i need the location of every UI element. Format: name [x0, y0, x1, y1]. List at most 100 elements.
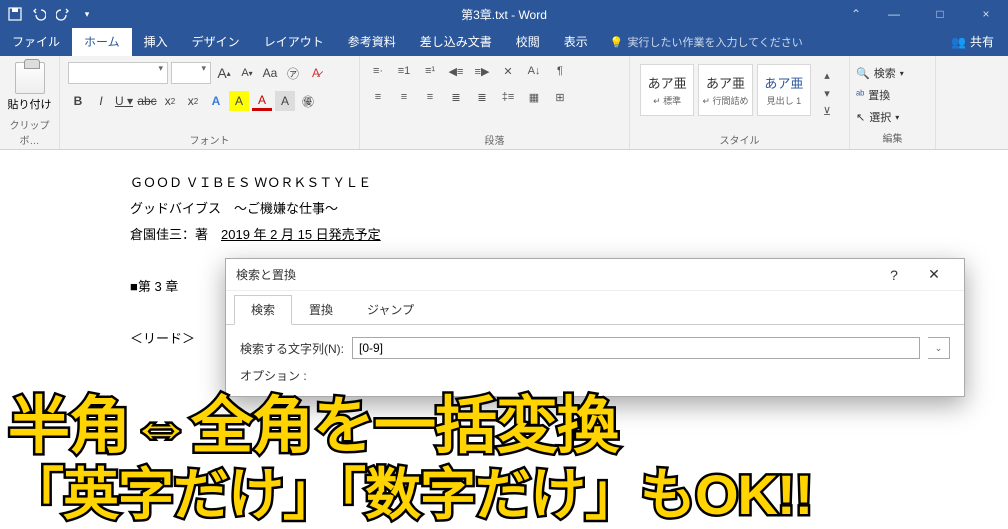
italic-button[interactable]: I: [91, 91, 111, 111]
tab-file[interactable]: ファイル: [0, 27, 72, 56]
align-right-icon[interactable]: ≡: [420, 88, 440, 106]
group-clipboard: 貼り付け クリップボ…: [0, 56, 60, 149]
qat-dropdown-icon[interactable]: ▾: [80, 7, 94, 21]
font-color-button[interactable]: A: [252, 91, 272, 111]
share-button[interactable]: 👥共有: [937, 27, 1008, 56]
style-heading1[interactable]: あア亜見出し 1: [757, 64, 811, 116]
group-editing-label: 編集: [854, 128, 931, 147]
tab-layout[interactable]: レイアウト: [252, 27, 336, 56]
style-label: ↵ 行間詰め: [702, 94, 748, 107]
subscript-button[interactable]: x2: [160, 91, 180, 111]
style-sample: あア亜: [706, 73, 745, 92]
strikethrough-button[interactable]: abc: [137, 91, 157, 111]
clear-formatting-icon[interactable]: A̷: [306, 63, 326, 83]
find-options-label: オプション :: [240, 367, 950, 384]
find-button[interactable]: 🔍検索 ▾: [854, 62, 931, 84]
align-center-icon[interactable]: ≡: [394, 88, 414, 106]
group-paragraph-label: 段落: [366, 130, 623, 149]
line-spacing-icon[interactable]: ‡≡: [498, 88, 518, 106]
dialog-tab-replace[interactable]: 置換: [292, 295, 350, 324]
text-effects-icon[interactable]: A: [206, 91, 226, 111]
style-sample: あア亜: [648, 73, 687, 92]
tab-insert[interactable]: 挿入: [132, 27, 180, 56]
tab-review[interactable]: 校閲: [504, 27, 552, 56]
undo-icon[interactable]: [32, 7, 46, 21]
close-button[interactable]: ×: [964, 0, 1008, 28]
tell-me[interactable]: 💡実行したい作業を入力してください: [600, 28, 813, 56]
ribbon-options-icon[interactable]: ⌃: [842, 0, 870, 28]
window-title: 第3章.txt - Word: [461, 6, 547, 23]
styles-down-icon[interactable]: ▾: [817, 84, 837, 102]
styles-up-icon[interactable]: ▴: [817, 66, 837, 84]
style-label: 見出し 1: [767, 94, 802, 107]
font-family-select[interactable]: [68, 62, 168, 84]
maximize-button[interactable]: □: [918, 0, 962, 28]
style-nospacing[interactable]: あア亜 ↵ 行間詰め: [698, 64, 752, 116]
style-label: ↵ 標準: [653, 94, 681, 107]
tab-home[interactable]: ホーム: [72, 27, 132, 56]
borders-icon[interactable]: ⊞: [550, 88, 570, 106]
doc-line: グッドバイブス ～ご機嫌な仕事～: [130, 196, 938, 222]
increase-indent-icon[interactable]: ≡▶: [472, 62, 492, 80]
dialog-close-button[interactable]: ✕: [914, 266, 954, 283]
dialog-tab-find[interactable]: 検索: [234, 295, 292, 325]
change-case-icon[interactable]: Aa: [260, 63, 280, 83]
group-styles-label: スタイル: [636, 130, 843, 149]
dialog-title: 検索と置換: [236, 266, 874, 283]
group-font-label: フォント: [66, 130, 353, 149]
share-icon: 👥: [951, 35, 966, 49]
replace-button[interactable]: ᵃᵇ置換: [854, 84, 931, 106]
tab-mailings[interactable]: 差し込み文書: [408, 27, 504, 56]
doc-text: 倉園佳三：著: [130, 227, 221, 242]
dialog-titlebar[interactable]: 検索と置換 ? ✕: [226, 259, 964, 291]
tab-design[interactable]: デザイン: [180, 27, 252, 56]
style-sample: あア亜: [764, 73, 803, 92]
shading-icon[interactable]: ▦: [524, 88, 544, 106]
numbering-icon[interactable]: ≡1: [394, 62, 414, 80]
grow-font-icon[interactable]: A▴: [214, 63, 234, 83]
asian-layout-icon[interactable]: ✕: [498, 62, 518, 80]
font-size-select[interactable]: [171, 62, 211, 84]
justify-icon[interactable]: ≣: [446, 88, 466, 106]
tab-view[interactable]: 表示: [552, 27, 600, 56]
paste-label[interactable]: 貼り付け: [8, 96, 52, 112]
sort-icon[interactable]: A↓: [524, 62, 544, 80]
shrink-font-icon[interactable]: A▾: [237, 63, 257, 83]
titlebar: ▾ 第3章.txt - Word ⌃ — □ ×: [0, 0, 1008, 28]
find-label: 検索: [874, 65, 896, 81]
superscript-button[interactable]: x2: [183, 91, 203, 111]
align-left-icon[interactable]: ≡: [368, 88, 388, 106]
show-marks-icon[interactable]: ¶: [550, 62, 570, 80]
redo-icon[interactable]: [56, 7, 70, 21]
tab-references[interactable]: 参考資料: [336, 27, 408, 56]
select-label: 選択: [869, 109, 891, 125]
replace-icon: ᵃᵇ: [856, 89, 864, 101]
decrease-indent-icon[interactable]: ◀≡: [446, 62, 466, 80]
highlight-button[interactable]: A: [229, 91, 249, 111]
group-clipboard-label: クリップボ…: [6, 115, 53, 149]
find-history-dropdown[interactable]: ⌄: [928, 337, 950, 359]
save-icon[interactable]: [8, 7, 22, 21]
underline-button[interactable]: U ▾: [114, 91, 134, 111]
ribbon: 貼り付け クリップボ… A▴ A▾ Aa ㋐ A̷ B I U ▾ abc x2…: [0, 56, 1008, 150]
find-what-input[interactable]: [352, 337, 920, 359]
select-icon: ↖: [856, 111, 865, 124]
paste-icon[interactable]: [15, 62, 45, 94]
dialog-help-button[interactable]: ?: [874, 267, 914, 283]
styles-more-icon[interactable]: ⊻: [817, 102, 837, 120]
phonetic-guide-icon[interactable]: ㋐: [283, 63, 303, 83]
enclose-character-icon[interactable]: ㊝: [298, 91, 318, 111]
select-button[interactable]: ↖選択 ▾: [854, 106, 931, 128]
minimize-button[interactable]: —: [872, 0, 916, 28]
style-normal[interactable]: あア亜 ↵ 標準: [640, 64, 694, 116]
dialog-tabs: 検索 置換 ジャンプ: [226, 291, 964, 325]
group-styles: あア亜 ↵ 標準 あア亜 ↵ 行間詰め あア亜見出し 1 ▴ ▾ ⊻ スタイル: [630, 56, 850, 149]
dialog-tab-jump[interactable]: ジャンプ: [350, 295, 431, 324]
character-shading-icon[interactable]: A: [275, 91, 295, 111]
quick-access-toolbar: ▾: [0, 7, 94, 21]
doc-line: 倉園佳三：著 2019 年 2 月 15 日発売予定: [130, 222, 938, 248]
distributed-icon[interactable]: ≣: [472, 88, 492, 106]
bullets-icon[interactable]: ≡·: [368, 62, 388, 80]
multilevel-list-icon[interactable]: ≡¹: [420, 62, 440, 80]
bold-button[interactable]: B: [68, 91, 88, 111]
